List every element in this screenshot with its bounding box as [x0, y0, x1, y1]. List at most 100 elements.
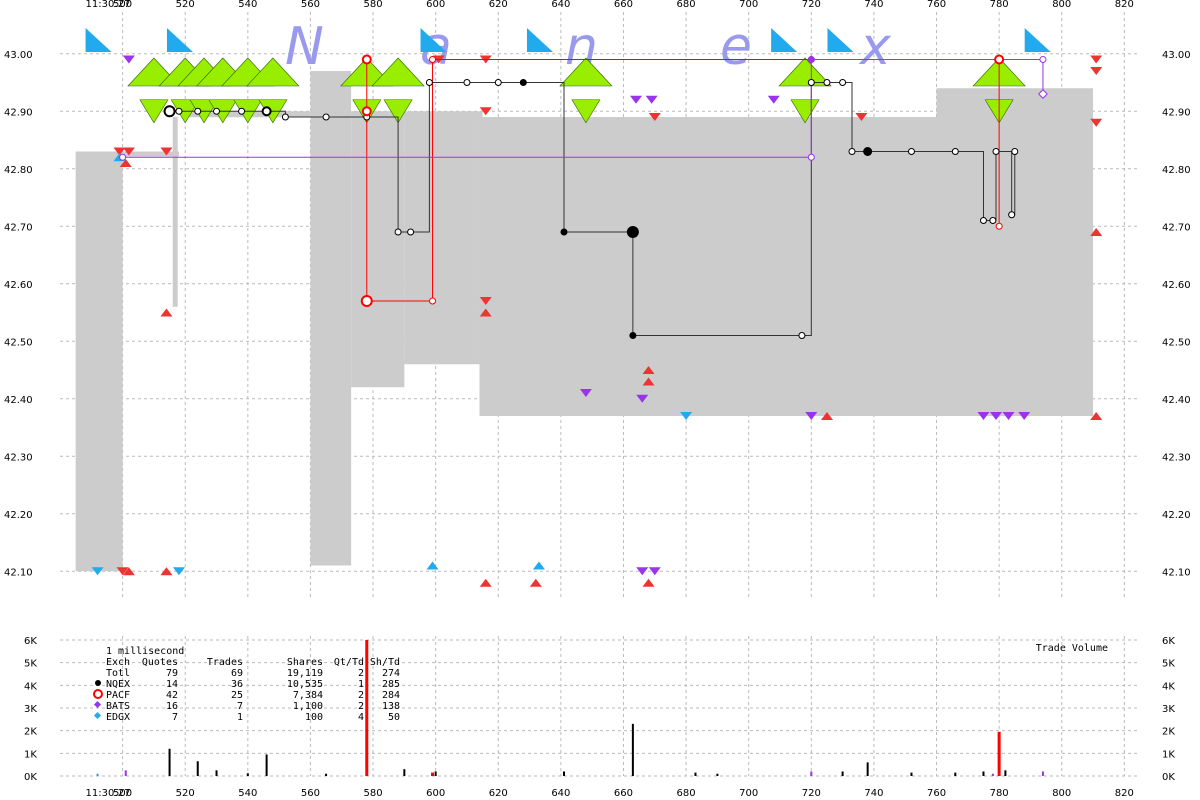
x-tick-top-780: 780	[990, 0, 1009, 10]
summary-header-sh-td: Sh/Td	[370, 657, 400, 668]
volume-bar-nqex	[246, 773, 249, 776]
x-tick-bottom-540: 540	[238, 788, 257, 799]
series-point-nqex	[807, 79, 815, 86]
y-tick-right-42.40: 42.40	[1162, 395, 1191, 406]
time-label-top: 11:30:27	[86, 0, 131, 10]
x-tick-bottom-680: 680	[677, 788, 696, 799]
y-tick-left-42.70: 42.70	[4, 222, 33, 233]
x-tick-top-660: 660	[614, 0, 633, 10]
series-point-nqex	[520, 79, 527, 86]
series-point-nqex	[992, 148, 1000, 155]
y-tick-left-42.10: 42.10	[4, 567, 33, 578]
series-point-nqex	[238, 107, 246, 115]
time-label-bottom: 11:30:27	[86, 788, 131, 799]
x-tick-bottom-780: 780	[990, 788, 1009, 799]
series-point-nqex	[261, 106, 272, 117]
volume-bar-nqex	[434, 771, 437, 776]
summary-cell-exch: EDGX	[106, 712, 130, 723]
series-point-nqex	[848, 148, 856, 155]
vol-tick-right-5K: 5K	[1162, 659, 1175, 670]
summary-interval: 1 millisecond	[106, 646, 184, 657]
series-point-pacf	[994, 54, 1005, 65]
y-tick-right-42.80: 42.80	[1162, 165, 1191, 176]
summary-cell-qt_td: 1	[358, 679, 364, 690]
series-point-nqex	[951, 148, 959, 155]
y-tick-right-42.70: 42.70	[1162, 222, 1191, 233]
summary-swatch	[95, 680, 101, 686]
summary-cell-quotes: 14	[166, 679, 178, 690]
volume-bar-nqex	[631, 723, 634, 776]
y-tick-right-42.50: 42.50	[1162, 337, 1191, 348]
vol-tick-right-6K: 6K	[1162, 636, 1175, 647]
vol-tick-right-1K: 1K	[1162, 749, 1175, 760]
series-point-pacf	[361, 106, 372, 117]
summary-cell-shares: 1,100	[293, 701, 323, 712]
series-point-nqex	[194, 107, 202, 115]
summary-header-shares: Shares	[287, 657, 323, 668]
vol-tick-right-3K: 3K	[1162, 704, 1175, 715]
x-tick-top-760: 760	[927, 0, 946, 10]
y-tick-right-42.60: 42.60	[1162, 280, 1191, 291]
vol-tick-left-5K: 5K	[24, 659, 37, 670]
x-tick-bottom-520: 520	[176, 788, 195, 799]
x-tick-top-700: 700	[739, 0, 758, 10]
series-point-pacf	[995, 222, 1003, 230]
y-tick-left-42.60: 42.60	[4, 280, 33, 291]
summary-cell-trades: 36	[231, 679, 243, 690]
summary-cell-shares: 100	[305, 712, 323, 723]
vol-tick-left-3K: 3K	[24, 704, 37, 715]
summary-header-qt-td: Qt/Td	[334, 657, 364, 668]
nbbo-segment	[936, 88, 1094, 416]
series-point-nqex	[1011, 148, 1019, 155]
summary-cell-exch: NQEX	[106, 679, 130, 690]
summary-cell-exch: BATS	[106, 701, 130, 712]
x-tick-bottom-620: 620	[489, 788, 508, 799]
x-tick-bottom-600: 600	[426, 788, 445, 799]
x-tick-top-560: 560	[301, 0, 320, 10]
x-tick-top-620: 620	[489, 0, 508, 10]
watermark-letter: x	[858, 17, 892, 77]
x-tick-top-820: 820	[1115, 0, 1134, 10]
summary-cell-trades: 1	[237, 712, 243, 723]
y-tick-left-42.30: 42.30	[4, 452, 33, 463]
summary-cell-sh_td: 274	[382, 668, 400, 679]
summary-cell-trades: 25	[231, 690, 243, 701]
x-tick-top-580: 580	[363, 0, 382, 10]
volume-bar-nqex	[954, 772, 957, 776]
volume-bar-edgx	[96, 773, 99, 776]
x-tick-bottom-560: 560	[301, 788, 320, 799]
summary-cell-quotes: 16	[166, 701, 178, 712]
x-tick-top-540: 540	[238, 0, 257, 10]
volume-bar-pacf	[431, 772, 435, 776]
x-tick-top-640: 640	[551, 0, 570, 10]
summary-cell-shares: 19,119	[287, 668, 323, 679]
x-tick-bottom-660: 660	[614, 788, 633, 799]
x-tick-top-720: 720	[802, 0, 821, 10]
series-point-bats	[1039, 56, 1047, 63]
volume-bar-bats	[991, 773, 994, 776]
x-tick-bottom-800: 800	[1052, 788, 1071, 799]
series-point-nqex	[798, 332, 806, 339]
y-tick-left-43.00: 43.00	[4, 50, 33, 61]
summary-cell-quotes: 42	[166, 690, 178, 701]
summary-cell-qt_td: 2	[358, 701, 364, 712]
y-tick-right-42.20: 42.20	[1162, 510, 1191, 521]
summary-cell-sh_td: 50	[388, 712, 400, 723]
series-point-nqex	[163, 105, 176, 118]
series-point-nqex	[979, 217, 987, 224]
y-tick-right-42.30: 42.30	[1162, 452, 1191, 463]
series-point-nqex	[394, 228, 402, 236]
summary-header-trades: Trades	[207, 657, 243, 668]
nbbo-thin-bar	[185, 111, 483, 118]
series-point-nqex	[629, 332, 636, 339]
series-point-nqex	[823, 79, 831, 86]
summary-header-exch: Exch	[106, 657, 130, 668]
y-tick-left-42.80: 42.80	[4, 165, 33, 176]
x-tick-bottom-740: 740	[864, 788, 883, 799]
summary-cell-sh_td: 285	[382, 679, 400, 690]
x-tick-top-800: 800	[1052, 0, 1071, 10]
series-point-nqex	[494, 79, 502, 86]
series-point-nqex	[989, 217, 997, 224]
series-point-nqex	[175, 107, 183, 115]
volume-bar-pacf	[365, 640, 369, 776]
